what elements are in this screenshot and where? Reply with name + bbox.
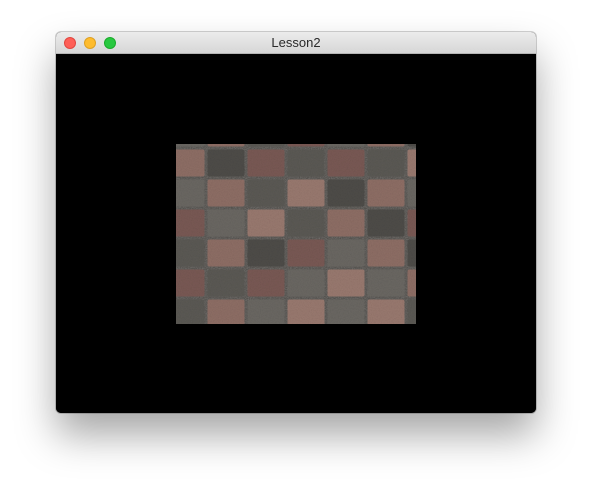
paving-stone <box>176 209 205 237</box>
paving-stone <box>367 209 405 237</box>
title-bar[interactable]: Lesson2 <box>56 32 536 54</box>
paving-stone <box>407 179 416 207</box>
paving-stone <box>247 209 285 237</box>
paving-stone <box>287 144 325 147</box>
paving-stone <box>247 179 285 207</box>
paving-stone <box>407 299 416 324</box>
paving-stone <box>367 179 405 207</box>
paving-stone <box>367 149 405 177</box>
paving-stone <box>176 149 205 177</box>
paving-stone <box>367 144 405 147</box>
paving-stone <box>176 299 205 324</box>
paving-stone <box>327 239 365 267</box>
paving-stone <box>407 209 416 237</box>
paving-stone <box>247 239 285 267</box>
paving-stone <box>207 239 245 267</box>
paving-stone <box>287 209 325 237</box>
app-window: Lesson2 <box>56 32 536 413</box>
paving-stone <box>247 299 285 324</box>
paving-stone <box>367 269 405 297</box>
paving-stone <box>327 209 365 237</box>
paving-stone <box>327 269 365 297</box>
paving-stone <box>327 144 365 147</box>
paving-stone <box>207 299 245 324</box>
paving-stone <box>327 149 365 177</box>
paving-stone <box>176 144 205 147</box>
render-canvas[interactable] <box>56 54 536 413</box>
paving-stone <box>327 179 365 207</box>
paving-stone <box>176 239 205 267</box>
paving-stone <box>247 149 285 177</box>
paving-stone <box>207 144 245 147</box>
window-title: Lesson2 <box>271 35 321 50</box>
paving-stone <box>207 209 245 237</box>
paving-stone <box>407 144 416 147</box>
paving-stone <box>247 144 285 147</box>
paving-stone <box>287 239 325 267</box>
paving-stone <box>327 299 365 324</box>
paving-stone <box>287 299 325 324</box>
paving-stone <box>207 179 245 207</box>
paving-stone <box>176 179 205 207</box>
paving-stone <box>287 149 325 177</box>
paving-stone <box>287 179 325 207</box>
paving-stone <box>407 269 416 297</box>
paving-stone <box>407 239 416 267</box>
paving-stone <box>367 239 405 267</box>
paving-stone <box>176 269 205 297</box>
textured-quad <box>176 144 416 324</box>
paving-stone <box>207 269 245 297</box>
paving-stone <box>287 269 325 297</box>
paving-stone <box>367 299 405 324</box>
paving-stone <box>247 269 285 297</box>
paving-stone <box>207 149 245 177</box>
paving-stone <box>407 149 416 177</box>
